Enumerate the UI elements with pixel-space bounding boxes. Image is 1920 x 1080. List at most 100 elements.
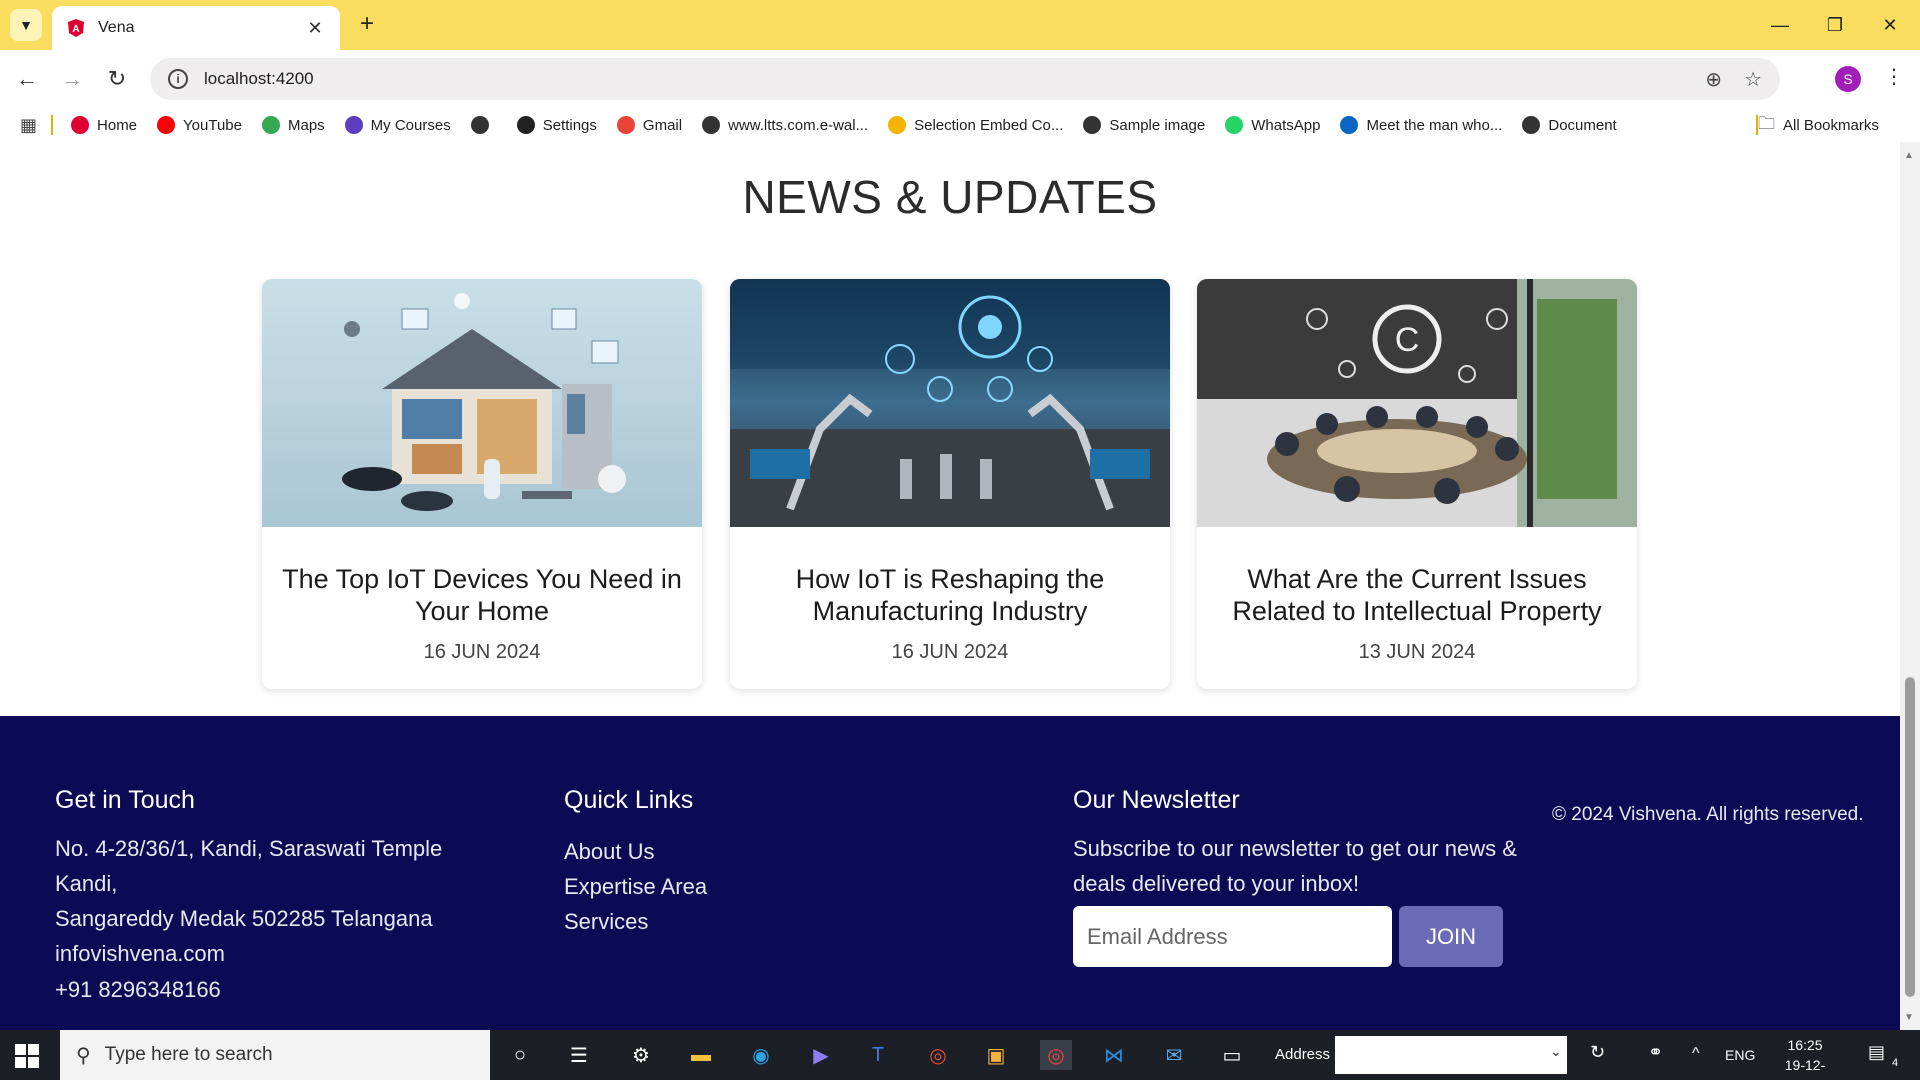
bookmark-favicon-icon xyxy=(261,116,280,134)
browser-tab-active[interactable]: A Vena ✕ xyxy=(52,6,340,50)
news-card-title[interactable]: What Are the Current Issues Related to I… xyxy=(1217,563,1617,627)
bookmark-item[interactable]: Sample image xyxy=(1083,116,1205,134)
bookmark-label: Settings xyxy=(542,116,597,134)
bookmark-item[interactable]: My Courses xyxy=(344,116,451,134)
task-view-icon[interactable]: ☰ xyxy=(563,1040,595,1070)
news-card[interactable]: How IoT is Reshaping the Manufacturing I… xyxy=(730,279,1170,689)
vscode-icon[interactable]: ⋈ xyxy=(1098,1040,1130,1070)
bookmark-item[interactable] xyxy=(470,116,497,134)
news-card[interactable]: C What Are the Current Issues Related to… xyxy=(1197,279,1637,689)
cortana-icon[interactable]: ○ xyxy=(504,1040,536,1070)
all-bookmarks-button[interactable]: 🗀 All Bookmarks xyxy=(1758,108,1879,142)
scrollbar-thumb[interactable] xyxy=(1905,677,1915,997)
footer-link-about-us[interactable]: About Us xyxy=(564,839,655,865)
bookmark-separator xyxy=(51,115,54,135)
tab-search-button[interactable]: ▼ xyxy=(10,9,42,41)
news-card-title[interactable]: How IoT is Reshaping the Manufacturing I… xyxy=(750,563,1150,627)
chevron-down-icon: ▼ xyxy=(19,17,33,33)
bookmark-label: Selection Embed Co... xyxy=(914,116,1064,134)
address-bar-url[interactable]: localhost:4200 xyxy=(204,69,1683,89)
close-window-icon[interactable]: ✕ xyxy=(1865,10,1915,40)
edge-browser-icon[interactable]: ◉ xyxy=(745,1040,777,1070)
newsletter-email-input[interactable] xyxy=(1073,906,1392,967)
search-icon: ⚲ xyxy=(76,1044,91,1067)
bookmark-label: Gmail xyxy=(642,116,683,134)
join-button[interactable]: JOIN xyxy=(1399,906,1503,967)
zoom-icon[interactable]: ⊕ xyxy=(1705,67,1722,92)
news-card-image-iot-home[interactable] xyxy=(262,279,702,527)
media-app-icon[interactable]: ▶ xyxy=(805,1040,837,1070)
bookmark-item[interactable]: Gmail xyxy=(616,116,683,134)
bookmark-item[interactable]: Settings xyxy=(516,116,597,134)
close-tab-icon[interactable]: ✕ xyxy=(304,18,326,39)
taskbar-clock[interactable]: 16:25 19-12-2024 xyxy=(1770,1035,1840,1080)
page-viewport: NEWS & UPDATES The Top IoT Devices You N… xyxy=(0,142,1900,1030)
file-explorer-icon[interactable]: ▬ xyxy=(685,1040,717,1070)
bookmark-label: YouTube xyxy=(183,116,242,134)
svg-text:C: C xyxy=(1395,321,1420,359)
bookmark-item[interactable]: Selection Embed Co... xyxy=(888,116,1063,134)
browser-menu-icon[interactable]: ⋮ xyxy=(1884,64,1904,89)
newsletter-text: Subscribe to our newsletter to get our n… xyxy=(1073,836,1517,861)
bookmark-label: Sample image xyxy=(1109,116,1206,134)
apps-grid-icon[interactable]: ▦ xyxy=(20,115,37,136)
windows-start-icon[interactable] xyxy=(14,1043,40,1069)
language-indicator[interactable]: ENG xyxy=(1725,1047,1755,1063)
settings-gear-icon[interactable]: ⚙ xyxy=(625,1040,657,1070)
bookmark-item[interactable]: Document xyxy=(1522,116,1617,134)
tab-title: Vena xyxy=(98,19,135,36)
profile-avatar[interactable]: S xyxy=(1835,66,1861,92)
show-hidden-icons-chevron-icon[interactable]: ^ xyxy=(1692,1045,1700,1063)
bookmark-item[interactable]: Meet the man who... xyxy=(1340,116,1502,134)
new-tab-plus-icon[interactable]: + xyxy=(352,10,382,40)
news-card-image-manufacturing[interactable] xyxy=(730,279,1170,527)
terminal-icon[interactable]: ▭ xyxy=(1216,1040,1248,1070)
mail-icon[interactable]: ✉ xyxy=(1158,1040,1190,1070)
bookmark-star-icon[interactable]: ☆ xyxy=(1744,67,1762,92)
restore-icon[interactable]: ❐ xyxy=(1810,10,1860,40)
back-arrow-icon[interactable]: ← xyxy=(12,64,42,94)
bookmark-label: WhatsApp xyxy=(1251,116,1321,134)
address-dropdown-icon[interactable]: ⌄ xyxy=(1550,1043,1562,1060)
bookmark-item[interactable]: Home xyxy=(71,116,137,134)
notification-center-icon[interactable]: ▤ xyxy=(1868,1042,1885,1063)
people-icon[interactable]: ⚭ xyxy=(1648,1042,1663,1063)
bookmark-item[interactable]: YouTube xyxy=(157,116,242,134)
news-card[interactable]: The Top IoT Devices You Need in Your Hom… xyxy=(262,279,702,689)
scroll-down-arrow-icon[interactable]: ▼ xyxy=(1904,1012,1914,1023)
bookmark-item[interactable]: WhatsApp xyxy=(1225,116,1320,134)
browser-toolbar: ← → ↻ i localhost:4200 ⊕ ☆ S ⋮ xyxy=(0,50,1920,108)
newsletter-text: deals delivered to your inbox! xyxy=(1073,871,1360,896)
bookmark-item[interactable]: www.ltts.com.e-wal... xyxy=(702,116,868,134)
bookmark-favicon-icon xyxy=(1340,116,1359,134)
typing-app-icon[interactable]: T xyxy=(862,1040,894,1070)
refresh-icon[interactable]: ↻ xyxy=(1590,1042,1605,1063)
news-card-date: 16 JUN 2024 xyxy=(423,641,541,663)
contact-phone[interactable]: +91 8296348166 xyxy=(55,972,221,1007)
address-bar[interactable]: i localhost:4200 ⊕ ☆ xyxy=(150,58,1780,100)
chrome-icon[interactable]: ◎ xyxy=(922,1040,954,1070)
chrome-profile-icon[interactable]: ◎ xyxy=(1040,1040,1072,1070)
news-card-image-intellectual-property[interactable]: C xyxy=(1197,279,1637,527)
bookmark-favicon-icon xyxy=(157,116,176,134)
contact-address-line: Kandi, xyxy=(55,871,118,896)
footer-link-expertise-area[interactable]: Expertise Area xyxy=(564,874,707,900)
quick-links-heading: Quick Links xyxy=(564,786,694,814)
address-toolbar-input[interactable] xyxy=(1335,1036,1567,1074)
contact-email[interactable]: infovishvena.com xyxy=(55,936,225,971)
all-bookmarks-label: All Bookmarks xyxy=(1783,116,1879,134)
page-scrollbar[interactable]: ▲ ▼ xyxy=(1900,142,1920,1030)
contact-address-line: Sangareddy Medak 502285 Telangana xyxy=(55,906,433,931)
news-card-title[interactable]: The Top IoT Devices You Need in Your Hom… xyxy=(282,563,682,627)
site-info-icon[interactable]: i xyxy=(168,69,188,89)
bookmark-favicon-icon xyxy=(1083,116,1102,134)
taskbar-search-box[interactable]: ⚲ Type here to search xyxy=(60,1030,490,1080)
reload-icon[interactable]: ↻ xyxy=(102,64,132,94)
minimize-icon[interactable]: — xyxy=(1755,10,1805,40)
bookmark-label: Meet the man who... xyxy=(1366,116,1503,134)
scroll-up-arrow-icon[interactable]: ▲ xyxy=(1904,150,1914,161)
store-icon[interactable]: ▣ xyxy=(980,1040,1012,1070)
forward-arrow-icon[interactable]: → xyxy=(57,64,87,94)
bookmark-item[interactable]: Maps xyxy=(261,116,325,134)
footer-link-services[interactable]: Services xyxy=(564,909,648,935)
